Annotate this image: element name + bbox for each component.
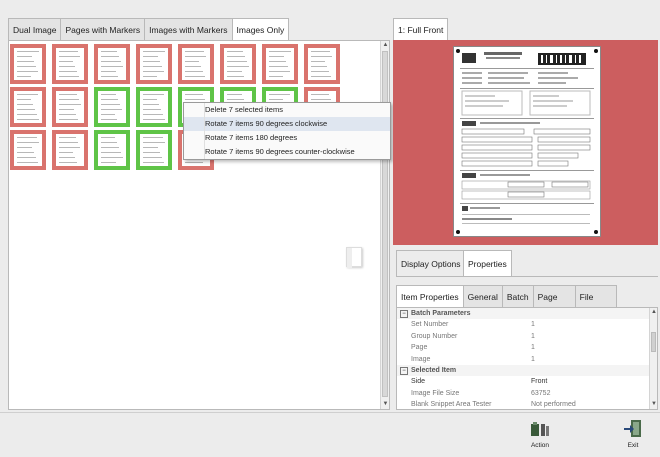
collapse-icon[interactable]: − — [400, 310, 408, 318]
collapse-icon[interactable]: − — [400, 366, 408, 375]
property-grid: − Batch Parameters Set Number 1 Group Numb… — [396, 307, 658, 410]
tab-pages-with-markers[interactable]: Pages with Markers — [60, 18, 146, 41]
tab-file[interactable]: File — [574, 285, 617, 308]
menu-item-delete[interactable]: Delete 7 selected items — [184, 103, 390, 117]
image-thumbnail[interactable] — [52, 130, 88, 170]
thumbnail-page — [140, 48, 168, 80]
menu-item-rotate-counter-clockwise[interactable]: Rotate 7 items 90 degrees counter-clockw… — [184, 145, 390, 159]
scroll-down-arrow-icon[interactable]: ▼ — [650, 400, 658, 409]
image-thumbnail[interactable] — [136, 87, 172, 127]
document-form-drawing — [456, 49, 598, 234]
property-scrollbar[interactable]: ▲ ▼ — [649, 308, 657, 409]
group-selected-item[interactable]: − Selected Item — [397, 364, 657, 377]
property-row[interactable]: Set Number 1 — [397, 319, 657, 330]
image-thumbnail[interactable] — [304, 44, 340, 84]
thumbnail-page — [182, 48, 210, 80]
image-thumbnail[interactable] — [52, 87, 88, 127]
tab-images-with-markers[interactable]: Images with Markers — [144, 18, 233, 41]
image-thumbnail[interactable] — [10, 44, 46, 84]
menu-item-rotate-clockwise[interactable]: Rotate 7 items 90 degrees clockwise — [184, 117, 390, 131]
action-button[interactable]: Action — [525, 420, 555, 449]
property-row[interactable]: Image 1 — [397, 354, 657, 365]
scroll-up-arrow-icon[interactable]: ▲ — [650, 308, 658, 317]
thumbnail-page — [224, 48, 252, 80]
document-preview-image — [453, 46, 601, 237]
thumbnail-page — [56, 91, 84, 123]
action-icon — [531, 422, 549, 436]
thumbnail-page — [56, 48, 84, 80]
group-batch-parameters[interactable]: − Batch Parameters — [397, 308, 657, 320]
property-row[interactable]: Blank Snippet Area Tester Not performed — [397, 399, 657, 410]
thumbnail-page — [14, 91, 42, 123]
image-thumbnail[interactable] — [136, 44, 172, 84]
image-thumbnail[interactable] — [94, 44, 130, 84]
tab-display-options[interactable]: Display Options — [396, 250, 466, 276]
thumbnail-scrollbar[interactable]: ▲ ▼ — [380, 41, 389, 409]
thumbnail-page — [140, 134, 168, 166]
image-thumbnail[interactable] — [10, 87, 46, 127]
image-thumbnail[interactable] — [52, 44, 88, 84]
property-row[interactable]: Side Front — [397, 376, 657, 387]
scroll-down-arrow-icon[interactable]: ▼ — [381, 400, 390, 409]
bottom-toolbar — [0, 412, 660, 457]
menu-item-rotate-180[interactable]: Rotate 7 items 180 degrees — [184, 131, 390, 145]
property-row[interactable]: Group Number 1 — [397, 331, 657, 342]
thumbnail-page — [140, 91, 168, 123]
scroll-thumb[interactable] — [651, 332, 656, 352]
exit-door-icon — [624, 420, 641, 437]
image-thumbnail[interactable] — [94, 87, 130, 127]
thumbnail-page — [266, 48, 294, 80]
tab-page[interactable]: Page — [532, 285, 576, 308]
tab-properties[interactable]: Properties — [463, 250, 512, 276]
page-placeholder-icon — [346, 247, 362, 268]
thumbnail-page — [98, 48, 126, 80]
tab-dual-image[interactable]: Dual Image — [8, 18, 62, 41]
thumbnail-page — [14, 48, 42, 80]
image-view-tabs: Dual Image Pages with Markers Images wit… — [8, 18, 290, 41]
thumbnail-page — [56, 134, 84, 166]
context-menu: Delete 7 selected items Rotate 7 items 9… — [183, 102, 391, 160]
tab-general[interactable]: General — [462, 285, 503, 308]
image-thumbnail[interactable] — [178, 44, 214, 84]
thumbnail-page — [98, 134, 126, 166]
image-thumbnail[interactable] — [262, 44, 298, 84]
image-thumbnail[interactable] — [136, 130, 172, 170]
image-thumbnail[interactable] — [94, 130, 130, 170]
image-thumbnail[interactable] — [10, 130, 46, 170]
property-row[interactable]: Image File Size 63752 — [397, 388, 657, 399]
property-row[interactable]: Page 1 — [397, 342, 657, 353]
tab-images-only[interactable]: Images Only — [231, 18, 290, 41]
tab-batch[interactable]: Batch — [501, 285, 534, 308]
scroll-up-arrow-icon[interactable]: ▲ — [381, 41, 390, 50]
image-thumbnail[interactable] — [220, 44, 256, 84]
thumbnail-page — [14, 134, 42, 166]
tab-full-front[interactable]: 1: Full Front — [393, 18, 449, 40]
tab-item-properties[interactable]: Item Properties — [396, 285, 464, 308]
property-tabs: Item Properties General Batch Page File — [396, 285, 617, 308]
thumbnail-page — [98, 91, 126, 123]
thumbnail-page — [308, 48, 336, 80]
exit-button[interactable]: Exit — [618, 418, 648, 449]
